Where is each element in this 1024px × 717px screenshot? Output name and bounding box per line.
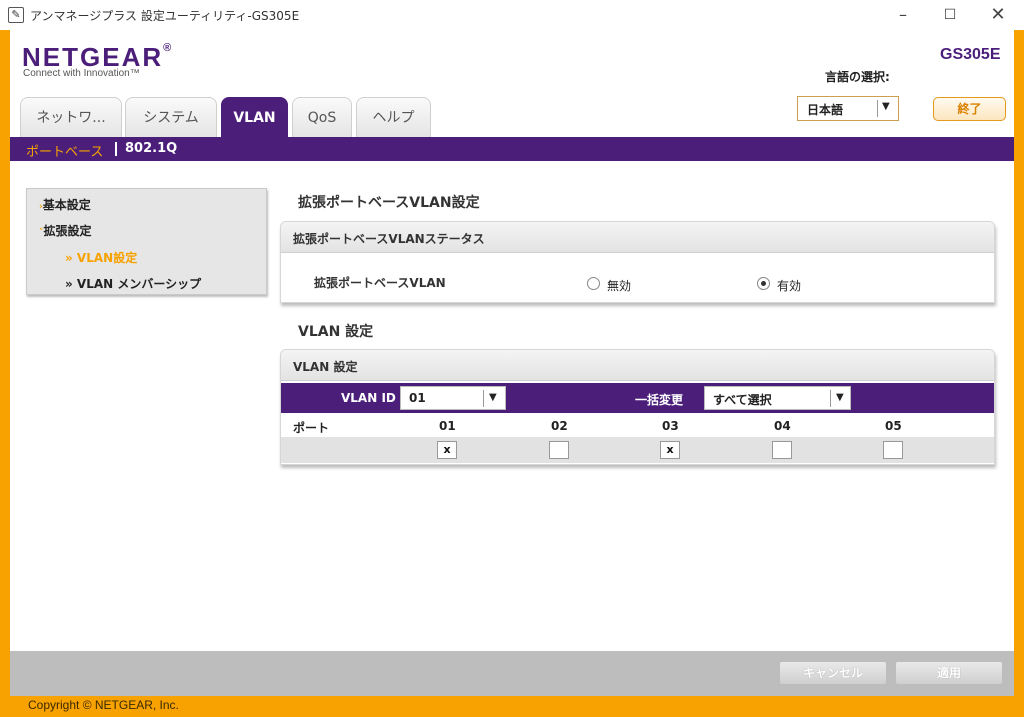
app-header: NETGEAR® Connect with Innovation™ GS305E… (10, 30, 1014, 138)
subnav-bar: ポートベース 802.1Q (10, 137, 1014, 161)
tab-help[interactable]: ヘルプ (356, 97, 431, 138)
radio-disabled[interactable] (587, 277, 600, 290)
sidebar-item-vlan-settings[interactable]: » VLAN設定 (65, 249, 137, 266)
port-header-02: 02 (551, 419, 568, 433)
vlan-toolbar: VLAN ID 01 ▼ 一括変更 すべて選択 ▼ (281, 383, 994, 413)
vlan-id-value: 01 (409, 391, 426, 405)
subnav-divider (115, 142, 117, 156)
port-05-checkbox[interactable] (883, 441, 903, 459)
close-window-button[interactable]: ✕ (975, 0, 1021, 30)
port-header-01: 01 (439, 419, 456, 433)
wrench-icon: ✎ (8, 7, 24, 23)
chevron-down-icon: ▼ (489, 392, 497, 403)
minimize-button[interactable]: – (880, 0, 926, 30)
window-title: アンマネージプラス 設定ユーティリティ-GS305E (30, 9, 300, 23)
port-header-03: 03 (662, 419, 679, 433)
status-panel-header: 拡張ポートベースVLANステータス (281, 222, 994, 253)
content-area: ›基本設定 ˅拡張設定 » VLAN設定 » VLAN メンバーシップ 拡張ポー… (10, 161, 1014, 651)
vlan-panel-header: VLAN 設定 (281, 350, 994, 381)
port-01-checkbox[interactable]: x (437, 441, 457, 459)
tab-vlan[interactable]: VLAN (221, 97, 288, 138)
apply-button[interactable]: 適用 (895, 661, 1003, 685)
language-value: 日本語 (807, 103, 844, 117)
exit-button[interactable]: 終了 (933, 97, 1006, 121)
port-header-05: 05 (885, 419, 902, 433)
radio-enabled[interactable] (757, 277, 770, 290)
tab-system[interactable]: システム (125, 97, 217, 138)
vlan-id-select[interactable]: 01 ▼ (400, 386, 506, 410)
maximize-button[interactable]: ☐ (927, 0, 973, 30)
port-04-checkbox[interactable] (772, 441, 792, 459)
port-03-checkbox[interactable]: x (660, 441, 680, 459)
subnav-port-based[interactable]: ポートベース (26, 141, 103, 160)
chevron-down-icon: ▼ (836, 392, 844, 403)
copyright-text: Copyright © NETGEAR, Inc. (28, 698, 179, 712)
model-name: GS305E (940, 46, 1001, 63)
sidebar: ›基本設定 ˅拡張設定 » VLAN設定 » VLAN メンバーシップ (26, 188, 267, 295)
radio-enabled-label: 有効 (777, 279, 802, 293)
port-checkbox-row: x x (281, 437, 994, 463)
bulk-change-value: すべて選択 (713, 393, 772, 407)
sidebar-item-basic[interactable]: ›基本設定 (39, 196, 91, 213)
status-row-label: 拡張ポートベースVLAN (314, 276, 446, 290)
port-header-row: ポート 01 02 03 04 05 (281, 415, 994, 437)
bulk-change-select[interactable]: すべて選択 ▼ (704, 386, 851, 410)
logo-tagline: Connect with Innovation™ (23, 68, 140, 79)
bulk-change-label: 一括変更 (635, 393, 684, 407)
language-select[interactable]: 日本語 ▼ (797, 96, 899, 121)
port-header-04: 04 (774, 419, 791, 433)
tab-qos[interactable]: QoS (292, 97, 352, 138)
port-02-checkbox[interactable] (549, 441, 569, 459)
chevron-down-icon: ▼ (882, 101, 890, 112)
frame-right (1014, 30, 1024, 717)
window-titlebar: ✎ アンマネージプラス 設定ユーティリティ-GS305E – ☐ ✕ (0, 0, 1024, 30)
vlan-panel: VLAN 設定 VLAN ID 01 ▼ 一括変更 すべて選択 ▼ ポート 01… (280, 349, 995, 465)
sidebar-item-advanced[interactable]: ˅拡張設定 (39, 222, 92, 239)
action-bar: キャンセル 適用 (10, 651, 1014, 696)
vlan-id-label: VLAN ID (341, 391, 396, 405)
radio-disabled-label: 無効 (607, 279, 632, 293)
language-label: 言語の選択: (825, 70, 890, 84)
subnav-8021q[interactable]: 802.1Q (125, 141, 177, 156)
port-label: ポート (293, 421, 330, 435)
cancel-button[interactable]: キャンセル (779, 661, 887, 685)
vlan-section-title: VLAN 設定 (298, 324, 374, 340)
status-section-title: 拡張ポートベースVLAN設定 (298, 195, 480, 211)
tab-network[interactable]: ネットワ... (20, 97, 122, 138)
sidebar-item-vlan-membership[interactable]: » VLAN メンバーシップ (65, 275, 201, 292)
status-panel: 拡張ポートベースVLANステータス 拡張ポートベースVLAN 無効 有効 (280, 221, 995, 303)
frame-left (0, 30, 10, 717)
